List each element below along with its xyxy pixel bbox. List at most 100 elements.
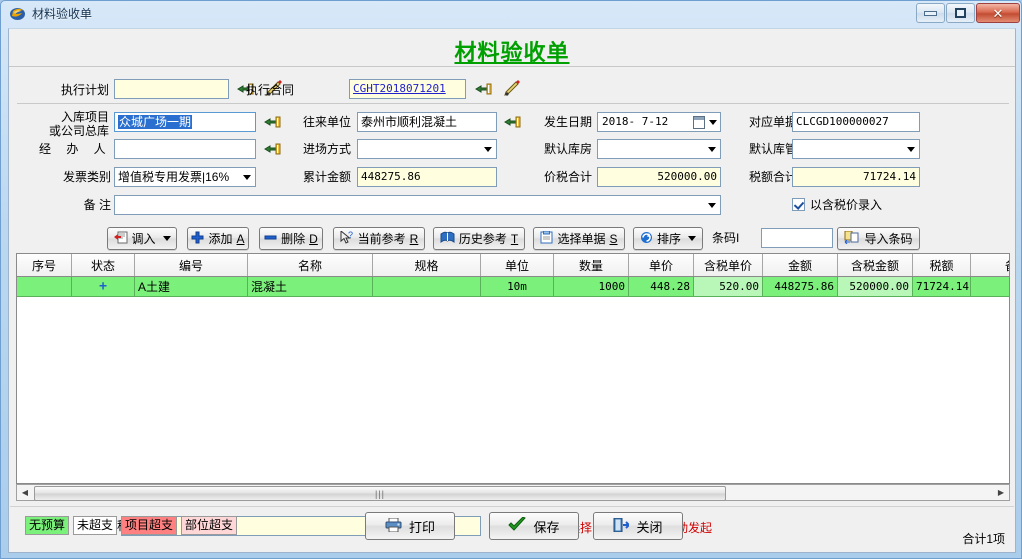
default-warehouse-select[interactable] (597, 139, 721, 159)
column-header-5[interactable]: 单位 (481, 254, 554, 277)
scroll-right-icon[interactable]: ▶ (994, 486, 1008, 499)
cumulative-amount-input[interactable]: 448275.86 (357, 167, 497, 187)
label-exec-contract: 执行合同 (224, 83, 294, 97)
add-button[interactable]: 添加A (187, 227, 249, 250)
calendar-icon[interactable] (693, 116, 705, 129)
cell-status[interactable]: + (72, 277, 135, 297)
grid-horizontal-scrollbar[interactable]: ◀ ||| ▶ (16, 484, 1010, 501)
column-header-2[interactable]: 编号 (135, 254, 248, 277)
inbound-project-picker-icon[interactable] (264, 114, 282, 130)
handler-input[interactable] (114, 139, 256, 159)
cell-spec[interactable] (373, 277, 481, 297)
import-barcode-button[interactable]: 导入条码 (837, 227, 920, 250)
app-logo-icon (9, 5, 26, 22)
row-expand-plus-icon[interactable]: + (99, 279, 107, 294)
cell-price[interactable]: 448.28 (629, 277, 694, 297)
chevron-down-icon[interactable] (163, 236, 171, 241)
chevron-down-icon[interactable] (243, 175, 251, 180)
items-grid[interactable]: 序号状态编号名称规格单位数量单价含税单价金额含税金额税额备注项目预算量项目到货量… (16, 253, 1010, 484)
table-head: 序号状态编号名称规格单位数量单价含税单价金额含税金额税额备注项目预算量项目到货量… (17, 254, 1010, 277)
table-row[interactable]: + A土建混凝土 10m1000448.28520.00448275.8652000… (17, 277, 1010, 297)
save-button[interactable]: 保存 (489, 512, 579, 540)
exec-contract-picker-icon[interactable] (475, 81, 493, 97)
partner-picker-icon[interactable] (504, 114, 522, 130)
current-reference-button[interactable]: ? 当前参考R (333, 227, 425, 250)
cursor-question-icon: ? (340, 231, 354, 247)
occur-date-input[interactable]: 2018- 7-12 (597, 112, 721, 132)
legend-badge-0: 无预算 (25, 516, 69, 535)
partner-input[interactable]: 泰州市顺利混凝土 (357, 112, 497, 132)
chevron-down-icon[interactable] (708, 147, 716, 152)
save-label: 保存 (533, 517, 559, 536)
page-title: 材料验收单 (9, 35, 1015, 67)
column-header-3[interactable]: 名称 (248, 254, 373, 277)
scrollbar-thumb[interactable]: ||| (34, 486, 726, 501)
cell-tax[interactable]: 71724.14 (913, 277, 971, 297)
minimize-icon (924, 11, 937, 16)
checkbox-icon[interactable] (792, 198, 805, 211)
chevron-down-icon[interactable] (907, 147, 915, 152)
column-header-9[interactable]: 金额 (763, 254, 838, 277)
minimize-button[interactable] (916, 3, 945, 23)
column-header-6[interactable]: 数量 (554, 254, 629, 277)
tax-inclusive-checkbox[interactable]: 以含税价录入 (792, 196, 882, 213)
exec-contract-input[interactable]: CGHT2018071201 (349, 79, 466, 99)
column-header-7[interactable]: 单价 (629, 254, 694, 277)
scroll-left-icon[interactable]: ◀ (18, 486, 32, 499)
tax-total-input[interactable]: 71724.14 (792, 167, 920, 187)
chevron-down-icon[interactable] (709, 120, 717, 125)
sort-button[interactable]: 排序 (633, 227, 703, 250)
chevron-down-icon[interactable] (484, 147, 492, 152)
cell-amount_tax[interactable]: 520000.00 (838, 277, 913, 297)
chevron-down-icon[interactable] (688, 236, 696, 241)
column-header-10[interactable]: 含税金额 (838, 254, 913, 277)
cell-price_tax[interactable]: 520.00 (694, 277, 763, 297)
label-inbound-project-2: 或公司总库 (29, 124, 109, 138)
remark-select[interactable] (114, 195, 721, 215)
refresh-icon (640, 231, 653, 247)
column-header-1[interactable]: 状态 (72, 254, 135, 277)
delete-button[interactable]: 删除D (259, 227, 323, 250)
corresponding-doc-input[interactable]: CLCGD100000027 (792, 112, 920, 132)
column-header-12[interactable]: 备注 (971, 254, 1011, 277)
exec-plan-input[interactable] (114, 79, 229, 99)
window-title: 材料验收单 (32, 5, 92, 22)
default-keeper-select[interactable] (792, 139, 920, 159)
cell-name[interactable]: 混凝土 (248, 277, 373, 297)
cell-qty[interactable]: 1000 (554, 277, 629, 297)
barcode-label-text: 条码 (712, 231, 736, 245)
exec-contract-value[interactable]: CGHT2018071201 (353, 82, 446, 95)
close-button[interactable]: ✕ (976, 3, 1020, 23)
exec-contract-edit-icon[interactable] (503, 80, 521, 97)
barcode-input[interactable] (761, 228, 833, 248)
chevron-down-icon[interactable] (708, 203, 716, 208)
cell-unit[interactable]: 10m (481, 277, 554, 297)
cell-code[interactable]: A土建 (135, 277, 248, 297)
table-body: + A土建混凝土 10m1000448.28520.00448275.8652000… (17, 277, 1010, 297)
book-icon (440, 231, 455, 247)
history-reference-button[interactable]: 历史参考T (433, 227, 525, 250)
entry-mode-select[interactable] (357, 139, 497, 159)
column-header-11[interactable]: 税额 (913, 254, 971, 277)
cell-remark[interactable] (971, 277, 1011, 297)
price-tax-total-input[interactable]: 520000.00 (597, 167, 721, 187)
maximize-button[interactable] (946, 3, 975, 23)
import-icon (114, 231, 128, 247)
invoice-type-select[interactable]: 增值税专用发票|16% (114, 167, 256, 187)
handler-picker-icon[interactable] (264, 141, 282, 157)
column-header-4[interactable]: 规格 (373, 254, 481, 277)
label-cumulative-amount: 累计金额 (281, 170, 351, 184)
print-button[interactable]: 打印 (365, 512, 455, 540)
inbound-project-input[interactable]: 众城广场一期 (114, 112, 256, 132)
select-document-button[interactable]: 选择单据S (533, 227, 625, 250)
import-button[interactable]: 调入 (107, 227, 177, 250)
cell-amount[interactable]: 448275.86 (763, 277, 838, 297)
column-header-0[interactable]: 序号 (17, 254, 72, 277)
column-header-8[interactable]: 含税单价 (694, 254, 763, 277)
close-dialog-button[interactable]: 关闭 (593, 512, 683, 540)
printer-icon (385, 518, 402, 535)
label-occur-date: 发生日期 (522, 115, 592, 129)
plus-icon (191, 231, 204, 247)
cell-seq[interactable] (17, 277, 72, 297)
invoice-type-value: 增值税专用发票|16% (118, 170, 229, 184)
